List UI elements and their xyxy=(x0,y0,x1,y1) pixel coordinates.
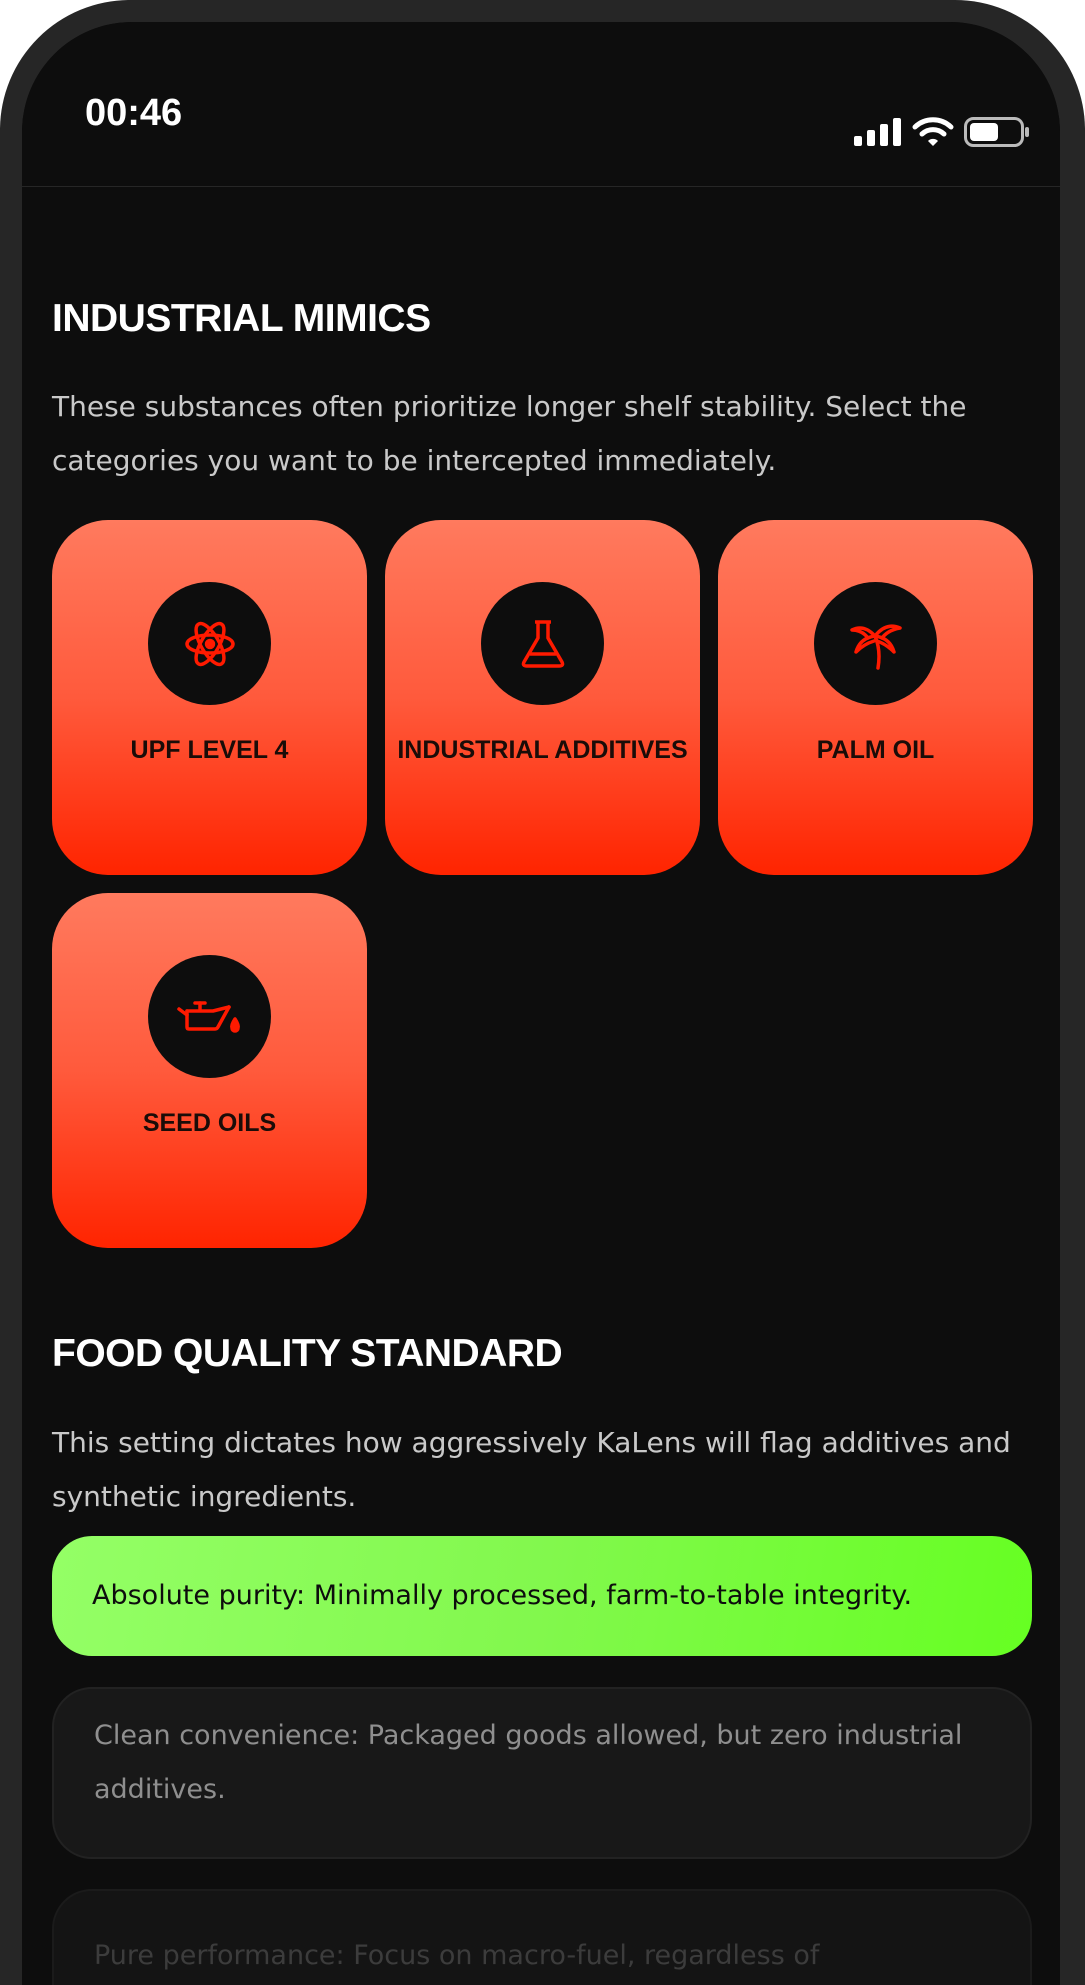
quality-option-absolute-purity[interactable]: Absolute purity: Minimally processed, fa… xyxy=(52,1536,1032,1656)
tile-label: SEED OILS xyxy=(142,1109,277,1137)
battery-icon xyxy=(964,117,1030,147)
industrial-mimics-description: These substances often prioritize longer… xyxy=(52,390,967,477)
tile-industrial-additives[interactable]: INDUSTRIAL ADDITIVES xyxy=(385,520,700,875)
oil-can-icon xyxy=(148,955,271,1078)
status-time: 00:46 xyxy=(85,92,183,134)
flask-icon xyxy=(481,582,604,705)
industrial-mimics-title: INDUSTRIAL MIMICS xyxy=(52,297,431,340)
palm-tree-icon xyxy=(814,582,937,705)
atom-icon xyxy=(148,582,271,705)
wifi-icon xyxy=(912,116,954,148)
tile-label: PALM OIL xyxy=(816,736,935,764)
option-label: Pure performance: Focus on macro-fuel, r… xyxy=(94,1940,820,1971)
option-label: Absolute purity: Minimally processed, fa… xyxy=(92,1580,913,1611)
food-quality-description: This setting dictates how aggressively K… xyxy=(52,1426,1011,1513)
tile-seed-oils[interactable]: SEED OILS xyxy=(52,893,367,1248)
tile-label: INDUSTRIAL ADDITIVES xyxy=(397,736,688,764)
status-icons xyxy=(854,116,1030,148)
option-label: Clean convenience: Packaged goods allowe… xyxy=(94,1720,963,1805)
food-quality-title: FOOD QUALITY STANDARD xyxy=(52,1332,563,1375)
status-bar: 00:46 xyxy=(22,22,1060,187)
phone-frame: 00:46 INDUSTRIAL MIMICS These substances… xyxy=(0,0,1085,1985)
quality-option-pure-performance[interactable]: Pure performance: Focus on macro-fuel, r… xyxy=(52,1889,1032,1985)
tile-upf-level-4[interactable]: UPF LEVEL 4 xyxy=(52,520,367,875)
screen: 00:46 INDUSTRIAL MIMICS These substances… xyxy=(22,22,1060,1985)
signal-icon xyxy=(854,118,902,146)
tile-label: UPF LEVEL 4 xyxy=(130,736,289,764)
quality-option-clean-convenience[interactable]: Clean convenience: Packaged goods allowe… xyxy=(52,1687,1032,1859)
tile-palm-oil[interactable]: PALM OIL xyxy=(718,520,1033,875)
